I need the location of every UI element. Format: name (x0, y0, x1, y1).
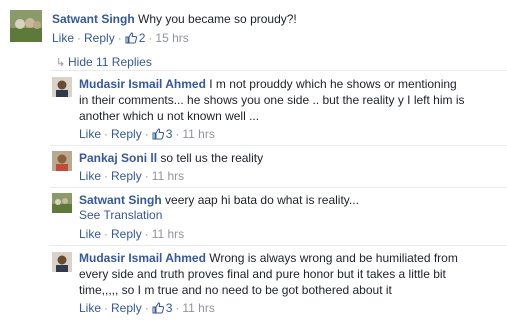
reply-author[interactable]: Pankaj Soni ll (79, 151, 157, 165)
like-button[interactable]: Like (79, 169, 101, 183)
comment-actions: Like · Reply · 2 · 15 hrs (52, 31, 189, 45)
like-count[interactable]: 3 (152, 301, 172, 315)
reply-button[interactable]: Reply (111, 127, 142, 141)
thumbs-up-icon (152, 128, 164, 140)
thumbs-up-icon (125, 32, 137, 44)
reply-arrow-icon: ↳ (56, 57, 66, 69)
reply-body-line: in their comments... he shows you one si… (79, 93, 465, 107)
timestamp[interactable]: 11 hrs (152, 169, 184, 183)
reply-text: Mudasir Ismail Ahmed I m not prouddy whi… (79, 76, 457, 92)
divider (50, 145, 507, 146)
reply-author[interactable]: Mudasir Ismail Ahmed (79, 251, 206, 265)
like-count[interactable]: 3 (152, 127, 172, 141)
reply-body-line: time,,,,, so I m true and no need to be … (79, 283, 392, 297)
divider (50, 245, 507, 246)
divider (50, 187, 507, 188)
avatar[interactable] (52, 193, 72, 213)
avatar[interactable] (52, 151, 72, 171)
like-count[interactable]: 2 (125, 31, 145, 45)
thumbs-up-icon (152, 302, 164, 314)
comment-body: Why you became so proudy?! (138, 12, 297, 26)
avatar[interactable] (10, 10, 42, 42)
reply-body-line: Wrong is always wrong and be humiliated … (209, 251, 458, 265)
reply-button[interactable]: Reply (111, 227, 142, 241)
timestamp[interactable]: 11 hrs (182, 301, 214, 315)
timestamp[interactable]: 11 hrs (182, 127, 214, 141)
reply-text: Satwant Singh veery aap hi bata do what … (79, 192, 359, 208)
like-button[interactable]: Like (79, 301, 101, 315)
like-button[interactable]: Like (79, 227, 101, 241)
avatar[interactable] (52, 252, 72, 272)
reply-body-line: every side and truth proves final and pu… (79, 267, 446, 281)
reply-button[interactable]: Reply (84, 31, 115, 45)
like-button[interactable]: Like (79, 127, 101, 141)
avatar[interactable] (52, 77, 72, 97)
reply-body-line: I m not prouddy which he shows or mentio… (209, 77, 457, 91)
reply-actions: Like · Reply · 3 · 11 hrs (79, 301, 215, 315)
comment-author[interactable]: Satwant Singh (52, 12, 135, 26)
reply-body-line: veery aap hi bata do what is reality... (165, 193, 359, 207)
reply-actions: Like · Reply · 11 hrs (79, 227, 185, 241)
reply-author[interactable]: Mudasir Ismail Ahmed (79, 77, 206, 91)
reply-button[interactable]: Reply (111, 301, 142, 315)
hide-replies-link[interactable]: ↳ Hide 11 Replies (56, 55, 152, 70)
divider (50, 70, 507, 71)
timestamp[interactable]: 11 hrs (152, 227, 184, 241)
reply-button[interactable]: Reply (111, 169, 142, 183)
reply-actions: Like · Reply · 3 · 11 hrs (79, 127, 215, 141)
reply-text: Mudasir Ismail Ahmed Wrong is always wro… (79, 250, 458, 266)
see-translation-link[interactable]: See Translation (79, 207, 162, 223)
reply-body-line: so tell us the reality (160, 151, 264, 165)
comment-text: Satwant Singh Why you became so proudy?! (52, 11, 297, 27)
reply-text: Pankaj Soni ll so tell us the reality (79, 150, 263, 166)
like-button[interactable]: Like (52, 31, 74, 45)
timestamp[interactable]: 15 hrs (155, 31, 188, 45)
reply-actions: Like · Reply · 11 hrs (79, 169, 185, 183)
reply-author[interactable]: Satwant Singh (79, 193, 162, 207)
reply-body-line: another which u not known well ... (79, 109, 260, 123)
